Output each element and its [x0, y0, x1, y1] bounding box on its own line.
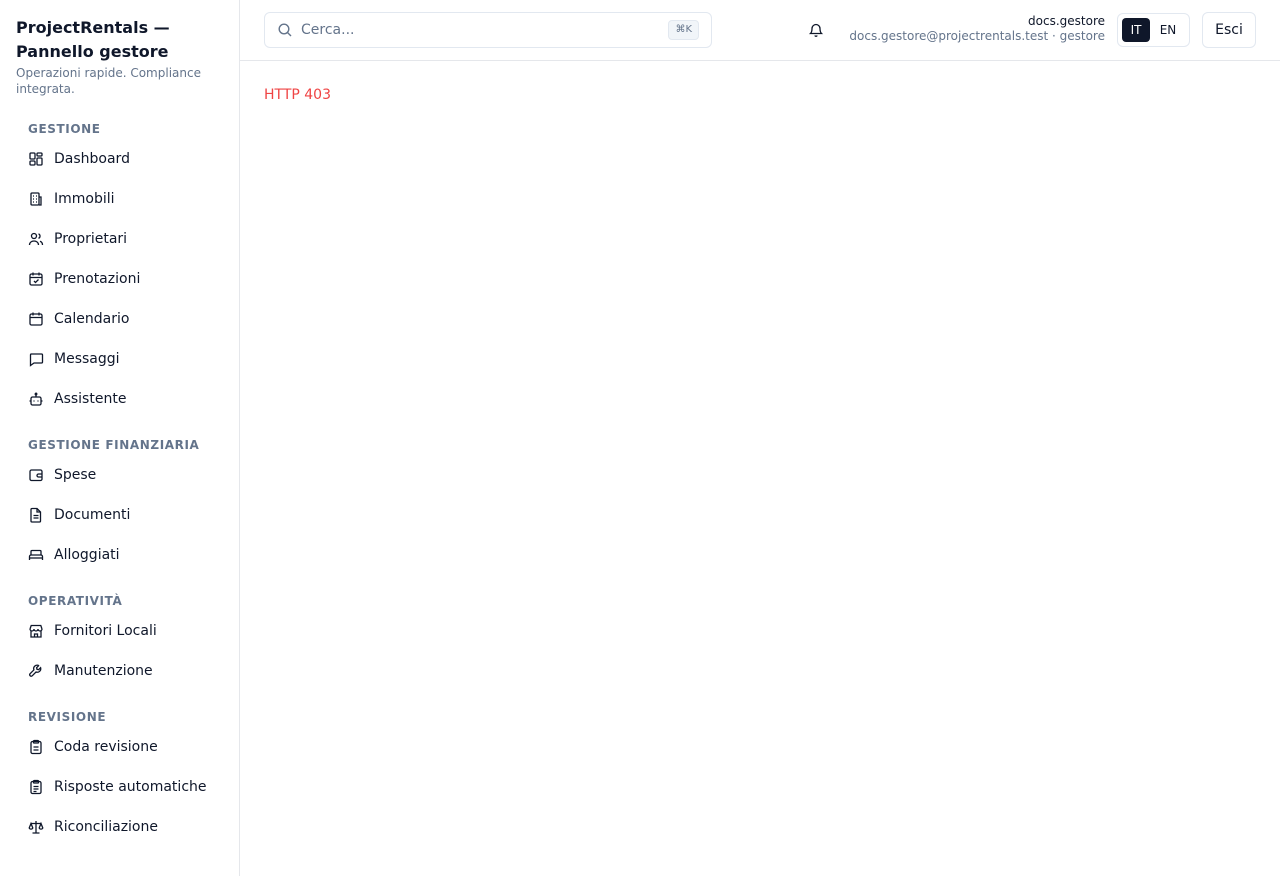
clipboard-list-icon	[30, 779, 42, 795]
sidebar-item-prenotazioni[interactable]: Prenotazioni	[12, 259, 227, 299]
brand: ProjectRentals — Pannello gestore Operaz…	[0, 0, 239, 97]
sidebar-item-risposte-automatiche[interactable]: Risposte automatiche	[12, 767, 227, 807]
user-name: docs.gestore	[1028, 14, 1105, 28]
section-title: OPERATIVITÀ	[28, 594, 123, 608]
topbar: ⌘K docs.gestore docs.gestore@projectrent…	[240, 0, 1280, 61]
sidebar-item-label: Alloggiati	[54, 547, 120, 563]
logout-button[interactable]: Esci	[1202, 12, 1256, 48]
sidebar-item-messaggi[interactable]: Messaggi	[12, 339, 227, 379]
nav-section-gestione: GESTIONE Dashboard Immobili Proprietari …	[12, 119, 227, 419]
sidebar-item-manutenzione[interactable]: Manutenzione	[12, 651, 227, 691]
sidebar: ProjectRentals — Pannello gestore Operaz…	[0, 0, 240, 876]
sidebar-item-label: Proprietari	[54, 231, 128, 247]
sidebar-item-label: Messaggi	[54, 351, 120, 367]
sidebar-item-label: Prenotazioni	[54, 271, 141, 287]
language-switcher: IT EN	[1117, 13, 1190, 47]
search-input[interactable]	[301, 22, 669, 38]
sidebar-item-alloggiati[interactable]: Alloggiati	[12, 535, 227, 575]
sidebar-nav: GESTIONE Dashboard Immobili Proprietari …	[0, 119, 239, 847]
lang-it-button[interactable]: IT	[1122, 18, 1150, 42]
nav-section-operativita: OPERATIVITÀ Fornitori Locali Manutenzion…	[12, 591, 227, 691]
store-icon	[29, 624, 43, 638]
sidebar-item-label: Spese	[54, 467, 97, 483]
sidebar-item-label: Manutenzione	[54, 663, 153, 679]
sidebar-item-calendario[interactable]: Calendario	[12, 299, 227, 339]
sidebar-item-label: Dashboard	[54, 151, 130, 167]
brand-title: ProjectRentals — Pannello gestore	[16, 18, 170, 61]
clipboard-icon	[30, 739, 42, 755]
users-icon	[28, 232, 44, 246]
sidebar-item-label: Documenti	[54, 507, 131, 523]
file-icon	[30, 507, 42, 523]
user-email-role: docs.gestore@projectrentals.test · gesto…	[849, 29, 1105, 43]
lang-en-button[interactable]: EN	[1154, 18, 1182, 42]
bot-icon	[29, 392, 43, 406]
sidebar-item-label: Riconciliazione	[54, 819, 158, 835]
wallet-icon	[29, 469, 43, 482]
sidebar-item-label: Calendario	[54, 311, 130, 327]
message-icon	[29, 353, 44, 367]
sidebar-item-label: Coda revisione	[54, 739, 158, 755]
wrench-icon	[29, 664, 42, 677]
main-content: HTTP 403	[264, 86, 331, 104]
sidebar-item-label: Immobili	[54, 191, 115, 207]
sidebar-item-label: Fornitori Locali	[54, 623, 157, 639]
nav-section-gestione-finanziaria: GESTIONE FINANZIARIA Spese Documenti All…	[12, 435, 227, 575]
sidebar-item-fornitori-locali[interactable]: Fornitori Locali	[12, 611, 227, 651]
brand-subtitle: Operazioni rapide. Compliance integrata.	[16, 66, 201, 96]
bed-icon	[28, 549, 44, 560]
calendar-check-icon	[29, 272, 43, 286]
sidebar-item-coda-revisione[interactable]: Coda revisione	[12, 727, 227, 767]
search-icon	[278, 23, 292, 37]
search-shortcut-badge: ⌘K	[668, 20, 699, 40]
nav-section-revisione: REVISIONE Coda revisione Risposte automa…	[12, 707, 227, 847]
error-message: HTTP 403	[264, 87, 331, 103]
sidebar-item-label: Assistente	[54, 391, 127, 407]
sidebar-item-immobili[interactable]: Immobili	[12, 179, 227, 219]
sidebar-item-riconciliazione[interactable]: Riconciliazione	[12, 807, 227, 847]
sidebar-item-spese[interactable]: Spese	[12, 455, 227, 495]
section-title: GESTIONE	[28, 122, 101, 136]
sidebar-item-dashboard[interactable]: Dashboard	[12, 139, 227, 179]
sidebar-item-documenti[interactable]: Documenti	[12, 495, 227, 535]
section-title: GESTIONE FINANZIARIA	[28, 438, 200, 452]
building-icon	[30, 192, 42, 206]
bell-icon[interactable]	[808, 22, 824, 38]
sidebar-item-label: Risposte automatiche	[54, 779, 207, 795]
user-info: docs.gestore docs.gestore@projectrentals…	[849, 14, 1105, 44]
section-title: REVISIONE	[28, 710, 107, 724]
calendar-icon	[29, 312, 43, 326]
sidebar-item-proprietari[interactable]: Proprietari	[12, 219, 227, 259]
dashboard-icon	[29, 152, 43, 166]
search-box[interactable]: ⌘K	[264, 12, 712, 48]
sidebar-item-assistente[interactable]: Assistente	[12, 379, 227, 419]
scale-icon	[28, 821, 44, 834]
